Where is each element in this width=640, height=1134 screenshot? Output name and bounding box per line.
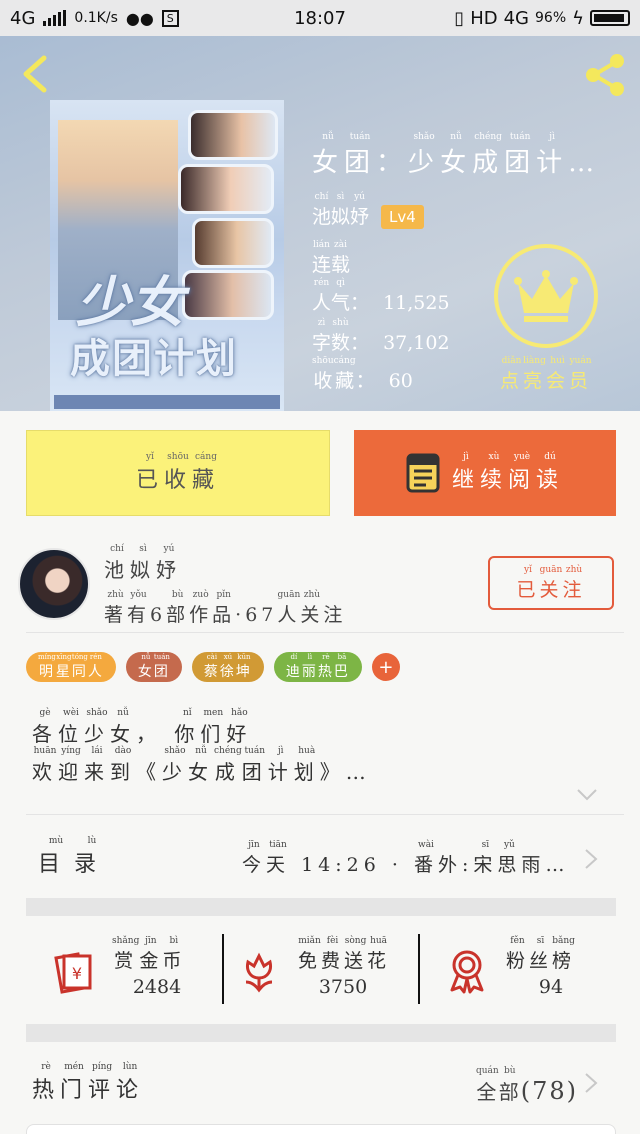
fan-ranking-stat[interactable]: fěn 粉 sī 丝 bǎng 榜 94 [420,936,616,1006]
divider [26,814,624,815]
tag-item[interactable]: cài 蔡 xú 徐 kūn 坤 [191,652,264,682]
flower-icon [245,952,273,993]
book-header: 少女 成团计划 nǚ 女 tuán 团： shǎo 少 nǚ 女 chéng 成 tuán 团 jì 计…… [0,36,640,411]
cover-portrait [188,110,278,160]
notification-icon: S [161,9,179,27]
status-bar: 4G 0.1K/s ●● S 18:07 ▯ HD 4G 96% ϟ [0,0,640,36]
popularity-value: 11,525 [383,292,450,314]
wechat-icon: ●● [125,8,154,28]
book-cover[interactable]: 少女 成团计划 [50,100,284,411]
continue-reading-button[interactable]: jì 继 xù 续 yuè 阅 dú 读 [354,430,616,516]
hd-indicator: HD [470,7,498,29]
book-icon [406,453,440,493]
section-separator [26,898,616,916]
table-of-contents-label[interactable]: mù 目 lù 录 [38,836,110,878]
network-speed: 0.1K/s [74,10,118,26]
back-arrow-icon[interactable] [18,54,54,94]
stat-value: 3750 [318,976,368,998]
book-title: nǚ 女 tuán 团： shǎo 少 nǚ 女 chéng 成 tuán 团 jì 计… [312,132,601,178]
latest-chapter[interactable]: jīn 今 tiān 天 14:26 · wài 番 外: sī 宋 yǔ 思 雨… [242,840,569,877]
signal-icon [43,10,67,26]
author-name[interactable]: chí 池 sì 姒 yú 妤 [104,544,182,583]
cover-portrait [192,218,274,268]
stat-label: shǎng 赏 jīn 金 bì 币 [112,936,186,972]
chevron-right-icon[interactable] [584,848,598,870]
stat-label: miǎn 免 fèi 费 sòng 送 huā 花 [298,936,391,972]
vibrate-icon: ▯ [454,7,465,29]
section-separator [26,1024,616,1042]
comment-card[interactable] [26,1124,616,1134]
clock: 18:07 [294,7,346,29]
stat-value: 94 [538,976,564,998]
add-tag-button[interactable]: + [371,653,400,681]
book-info: nǚ 女 tuán 团： shǎo 少 nǚ 女 chéng 成 tuán 团 jì 计… chí 池 sì 姒… [312,132,640,392]
book-author-line[interactable]: chí 池 sì 姒 yú 妤 Lv4 [312,192,424,229]
book-status: lián 连 zài 载 [312,240,351,276]
network-type: 4G [10,7,36,29]
synopsis-line: gè 各 wèi 位 shǎo 少 nǚ 女， nǐ 你 men 们 hǎo 好 [32,708,253,746]
chevron-down-icon[interactable] [576,788,598,802]
stat-label: fěn 粉 sī 丝 bǎng 榜 [506,936,576,972]
member-label[interactable]: diǎn 点 liàng 亮 huì 会 yuán 员 [500,356,592,393]
author-level-badge: Lv4 [381,205,424,229]
author-works-summary: zhù 著 yǒu 有6 bù 部 zuò 作 pǐn 品·67 guān 人 zhù 关 注 [104,590,347,626]
medal-icon [450,950,484,994]
network-type-2: 4G [503,7,529,29]
divider [26,632,624,633]
tag-list: míng 明 xīng 星 tóng 同 rén 人 nǚ 女 tuán 团 cài 蔡 xú 徐 kūn 坤… [26,652,400,682]
word-count-value: 37,102 [383,332,450,354]
all-comments-link[interactable]: quán 全 bù 部(78) [476,1066,578,1105]
member-badge[interactable] [494,244,598,348]
free-flower-stat[interactable]: miǎn 免 fèi 费 sòng 送 huā 花 3750 [212,936,408,1006]
cover-portrait [182,270,274,320]
red-envelope-icon: ¥ [54,952,92,994]
word-count-row: zì 字 shù 数： 37,102 [312,318,450,354]
tag-item[interactable]: nǚ 女 tuán 团 [125,652,182,682]
svg-text:¥: ¥ [72,964,82,983]
battery-percent: 96% [535,10,567,26]
cover-portrait [178,164,274,214]
tag-item[interactable]: míng 明 xīng 星 tóng 同 rén 人 [26,652,116,682]
popularity-row: rén 人 qì 气： 11,525 [312,278,450,314]
tag-item[interactable]: dí 迪 lì 丽 rè 热 bā 巴 [273,652,362,682]
cover-band [54,395,280,409]
follow-button[interactable]: yǐ 已 guān 关 zhù 注 [488,556,614,610]
tip-coins-stat[interactable]: ¥ shǎng 赏 jīn 金 bì 币 2484 [26,936,222,1006]
synopsis-line: huān 欢 yíng 迎 lái 来 dào 到《 shǎo 少 nǚ 女 chéng 成 tuán 团 jì… [32,746,372,784]
author-avatar[interactable] [18,548,90,620]
stat-value: 2484 [132,976,182,998]
chevron-right-icon[interactable] [584,1072,598,1094]
collect-value: 60 [388,370,413,392]
hot-comments-label: rè 热 mén 门 píng 评 lùn 论 [32,1062,145,1103]
collect-row: shōu 收 cáng 藏： 60 [312,356,413,392]
favorited-button[interactable]: yǐ 已 shōu 收 cáng 藏 [26,430,330,516]
charging-icon: ϟ [572,7,584,29]
share-icon[interactable] [582,52,628,98]
comment-count: (78) [520,1077,578,1105]
battery-icon [590,10,630,26]
crown-icon [514,270,578,322]
